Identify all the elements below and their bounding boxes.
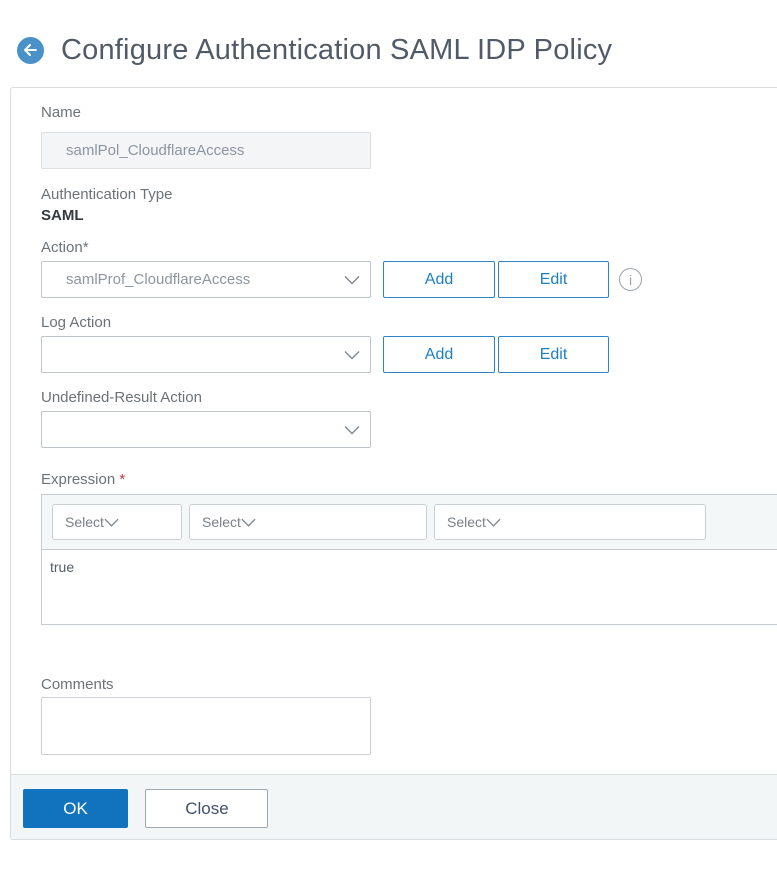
undefined-result-action-select[interactable] xyxy=(41,411,371,448)
back-button[interactable] xyxy=(17,36,44,64)
action-row: samlProf_CloudflareAccess Add Edit i xyxy=(41,261,777,298)
expression-select-3-placeholder: Select xyxy=(447,514,486,530)
expression-select-2[interactable]: Select xyxy=(189,504,427,540)
log-action-select[interactable] xyxy=(41,336,371,373)
expression-select-2-placeholder: Select xyxy=(202,514,241,530)
expression-select-1[interactable]: Select xyxy=(52,504,182,540)
undefined-result-action-row xyxy=(41,411,777,448)
expression-toolbar: Select Select Select xyxy=(42,495,777,550)
action-label: Action* xyxy=(41,239,89,256)
chevron-down-icon xyxy=(344,350,360,359)
chevron-down-icon xyxy=(104,514,119,530)
log-action-label: Log Action xyxy=(41,314,112,331)
arrow-left-icon xyxy=(23,44,38,56)
name-input[interactable] xyxy=(41,132,371,169)
log-action-row: Add Edit xyxy=(41,336,777,373)
log-action-add-button[interactable]: Add xyxy=(383,336,495,373)
action-select-value: samlProf_CloudflareAccess xyxy=(66,271,251,288)
required-asterisk: * xyxy=(119,471,126,488)
form-panel: Name Authentication Type SAML Action* sa… xyxy=(10,87,777,840)
chevron-down-icon xyxy=(486,514,501,530)
expression-label-text: Expression xyxy=(41,471,116,488)
info-icon[interactable]: i xyxy=(619,268,642,291)
action-select[interactable]: samlProf_CloudflareAccess xyxy=(41,261,371,298)
expression-editor: Select Select Select true xyxy=(41,494,777,625)
form-footer: OK Close xyxy=(11,774,777,839)
action-add-button[interactable]: Add xyxy=(383,261,495,298)
name-label: Name xyxy=(41,104,82,121)
expression-input[interactable]: true xyxy=(42,550,777,624)
authentication-type-label: Authentication Type xyxy=(41,186,173,203)
close-button[interactable]: Close xyxy=(145,789,269,828)
action-edit-button[interactable]: Edit xyxy=(498,261,609,298)
undefined-result-action-label: Undefined-Result Action xyxy=(41,389,202,406)
ok-button[interactable]: OK xyxy=(23,789,128,828)
chevron-down-icon xyxy=(241,514,256,530)
page-header: Configure Authentication SAML IDP Policy xyxy=(0,0,777,74)
comments-label: Comments xyxy=(41,676,114,693)
expression-select-3[interactable]: Select xyxy=(434,504,706,540)
page-title: Configure Authentication SAML IDP Policy xyxy=(61,33,613,66)
comments-input[interactable] xyxy=(41,697,371,755)
chevron-down-icon xyxy=(344,275,360,284)
authentication-type-value: SAML xyxy=(41,207,84,224)
expression-select-1-placeholder: Select xyxy=(65,514,104,530)
expression-label: Expression * xyxy=(41,471,777,489)
chevron-down-icon xyxy=(344,425,360,434)
log-action-edit-button[interactable]: Edit xyxy=(498,336,609,373)
